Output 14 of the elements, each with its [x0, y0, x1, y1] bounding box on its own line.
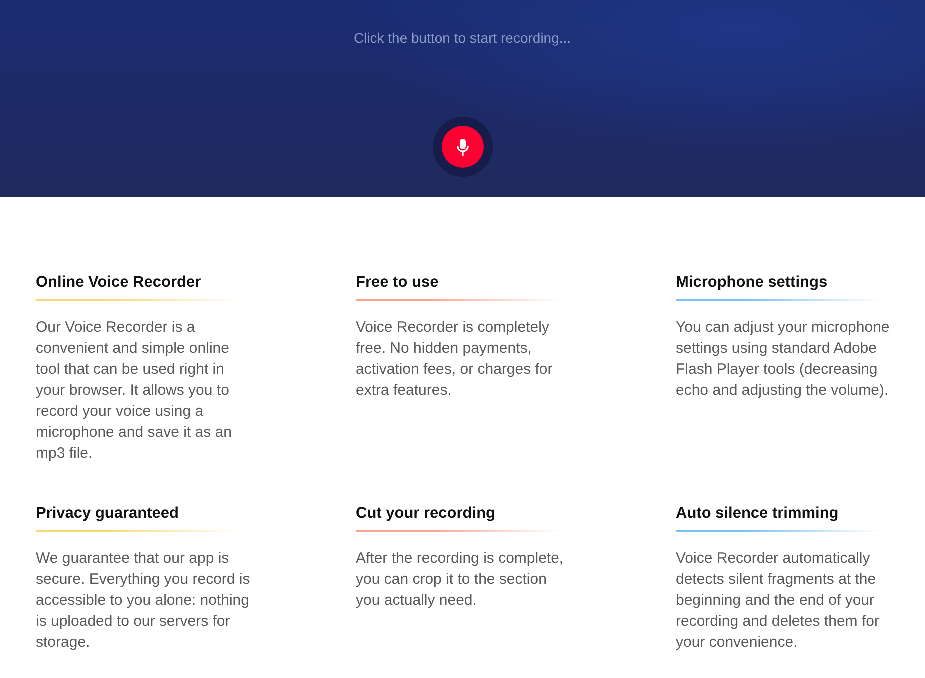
feature-heading: Microphone settings — [676, 273, 828, 293]
feature-description: Our Voice Recorder is a convenient and simple online tool that can be used right in your browser. It allows you to record your voice using a microphone and save it as an mp3 file. — [36, 318, 233, 464]
recording-prompt: Click the button to start recording... — [354, 29, 572, 47]
feature-heading: Auto silence trimming — [676, 504, 839, 524]
feature-description: Voice Recorder is completely free. No hidden payments, activation fees, or charges for extra features. — [356, 318, 554, 401]
feature-description: After the recording is complete, you can crop it to the section you actually need. — [356, 549, 565, 611]
feature-heading: Privacy guaranteed — [36, 504, 180, 524]
feature-heading: Free to use — [356, 273, 439, 293]
feature-description: We guarantee that our app is secure. Everything you record is accessible to you alone: nothing is uploaded to our servers for storage. — [36, 549, 252, 653]
feature-heading: Cut your recording — [356, 504, 496, 524]
feature-description: Voice Recorder automatically detects silent fragments at the beginning and the end of your recording and deletes them for your convenience. — [676, 549, 880, 653]
feature-description: You can adjust your microphone settings using standard Adobe Flash Player tools (decreasing echo and adjusting the volume). — [676, 318, 891, 401]
feature-heading: Online Voice Recorder — [36, 273, 202, 293]
mic-icon — [456, 138, 468, 156]
